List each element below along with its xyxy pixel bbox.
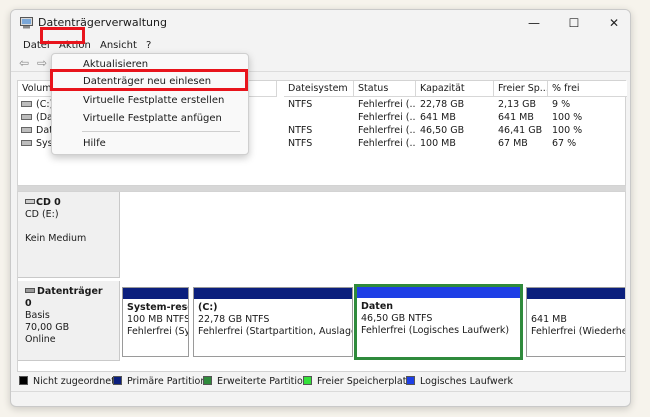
menu-item-vhd-anfuegen[interactable]: Virtuelle Festplatte anfügen — [52, 110, 248, 127]
cd-drive-icon — [25, 199, 35, 204]
partition-color-bar — [194, 288, 352, 299]
capacity: 100 MB — [420, 138, 456, 149]
col-header-percent-free[interactable]: % frei — [548, 81, 627, 97]
legend-unallocated: Nicht zugeordnet — [19, 376, 115, 388]
close-button[interactable]: ✕ — [596, 10, 630, 36]
col-header-capacity[interactable]: Kapazität — [416, 81, 494, 97]
legend-swatch — [303, 376, 312, 385]
disk-info-cd0[interactable]: CD 0 CD (E:) Kein Medium — [18, 192, 120, 278]
minimize-icon: — — [528, 16, 540, 30]
partition-size: 100 MB NTFS — [127, 314, 189, 325]
legend-label: Nicht zugeordnet — [33, 376, 115, 387]
maximize-icon: ☐ — [568, 16, 580, 30]
percent-free: 9 % — [552, 99, 571, 110]
legend-swatch — [113, 376, 122, 385]
partition-status: Fehlerfrei (Logisches Laufwerk) — [361, 325, 510, 336]
capacity: 22,78 GB — [420, 99, 465, 110]
disk-status: Online — [25, 334, 56, 345]
filesystem: NTFS — [288, 138, 313, 149]
maximize-button[interactable]: ☐ — [556, 10, 592, 36]
disk-management-icon — [20, 17, 33, 29]
partition-name — [531, 302, 622, 314]
disk-size — [25, 221, 112, 233]
menu-separator — [82, 131, 240, 132]
partition-color-bar — [527, 288, 625, 299]
title-bar[interactable]: Datenträgerverwaltung — ☐ ✕ — [11, 10, 630, 36]
partition-c[interactable]: (C:) 22,78 GB NTFS Fehlerfrei (Startpart… — [193, 287, 353, 357]
menu-item-hilfe[interactable]: Hilfe — [52, 135, 248, 152]
partition-recovery[interactable]: 641 MB Fehlerfrei (Wiederhers — [526, 287, 626, 357]
menu-ansicht[interactable]: Ansicht — [97, 38, 140, 53]
rescan-highlight — [50, 69, 248, 91]
status: Fehlerfrei (... — [358, 99, 416, 110]
filesystem — [284, 111, 288, 124]
legend-swatch — [203, 376, 212, 385]
free-space: 46,41 GB — [498, 125, 543, 136]
volume-icon — [21, 114, 32, 120]
partition-name: (C:) — [198, 302, 218, 313]
status-bar — [11, 391, 630, 406]
hard-disk-icon — [25, 288, 35, 293]
partition-system-reserved[interactable]: System-reser 100 MB NTFS Fehlerfrei (Sys — [122, 287, 189, 357]
status: Fehlerfrei (... — [358, 112, 416, 123]
legend-label: Erweiterte Partition — [217, 376, 309, 387]
partition-daten[interactable]: Daten 46,50 GB NTFS Fehlerfrei (Logische… — [354, 284, 523, 360]
partition-status: Fehlerfrei (Wiederhers — [531, 326, 626, 337]
partition-color-bar — [357, 287, 520, 298]
disk-status: Kein Medium — [25, 233, 87, 244]
legend-logical: Logisches Laufwerk — [406, 376, 513, 388]
legend-swatch — [19, 376, 28, 385]
percent-free: 100 % — [552, 112, 583, 123]
legend-swatch — [406, 376, 415, 385]
disk-name: Datenträger 0 — [25, 286, 103, 309]
capacity: 641 MB — [420, 112, 456, 123]
legend-extended: Erweiterte Partition — [203, 376, 309, 388]
close-icon: ✕ — [608, 16, 620, 30]
disk-type: CD (E:) — [25, 209, 59, 220]
free-space: 2,13 GB — [498, 99, 537, 110]
legend-free-space: Freier Speicherplatz — [303, 376, 411, 388]
partition-status: Fehlerfrei (Sys — [127, 326, 189, 337]
partition-name: Daten — [361, 301, 394, 312]
status: Fehlerfrei (... — [358, 125, 416, 136]
legend-primary: Primäre Partition — [113, 376, 206, 388]
aktion-highlight — [40, 27, 85, 44]
legend-label: Freier Speicherplatz — [317, 376, 412, 387]
minimize-button[interactable]: — — [516, 10, 552, 36]
partition-size: 22,78 GB NTFS — [198, 314, 270, 325]
disk-graphic-view: CD 0 CD (E:) Kein Medium Datenträger 0 B… — [17, 191, 626, 372]
percent-free: 67 % — [552, 138, 577, 149]
forward-arrow-icon[interactable]: ⇨ — [37, 56, 47, 70]
volume-icon — [21, 127, 32, 133]
volume-icon — [21, 101, 32, 107]
menu-bar: Datei Aktion Ansicht ? — [11, 36, 630, 54]
free-space: 67 MB — [498, 138, 528, 149]
disk-name: CD 0 — [36, 197, 61, 208]
col-header-filesystem[interactable]: Dateisystem — [284, 81, 354, 97]
legend-label: Logisches Laufwerk — [420, 376, 513, 387]
partition-size: 641 MB — [531, 314, 567, 325]
back-arrow-icon[interactable]: ⇦ — [19, 56, 29, 70]
col-header-free-space[interactable]: Freier Sp... — [494, 81, 548, 97]
legend-label: Primäre Partition — [127, 376, 207, 387]
partition-size: 46,50 GB NTFS — [361, 313, 433, 324]
status: Fehlerfrei (... — [358, 138, 416, 149]
col-header-status[interactable]: Status — [354, 81, 416, 97]
partition-name: System-reser — [127, 302, 188, 313]
filesystem: NTFS — [288, 125, 313, 136]
free-space: 641 MB — [498, 112, 534, 123]
disk-type: Basis — [25, 310, 50, 321]
volume-icon — [21, 140, 32, 146]
capacity: 46,50 GB — [420, 125, 465, 136]
disk-size: 70,00 GB — [25, 322, 70, 333]
percent-free: 100 % — [552, 125, 583, 136]
partition-status: Fehlerfrei (Startpartition, Auslager — [198, 326, 353, 337]
disk-info-disk0[interactable]: Datenträger 0 Basis 70,00 GB Online — [18, 281, 120, 361]
partition-color-bar — [123, 288, 188, 299]
filesystem: NTFS — [288, 99, 313, 110]
menu-help[interactable]: ? — [143, 38, 154, 53]
legend: Nicht zugeordnet Primäre Partition Erwei… — [17, 375, 626, 389]
menu-item-vhd-erstellen[interactable]: Virtuelle Festplatte erstellen — [52, 92, 248, 109]
